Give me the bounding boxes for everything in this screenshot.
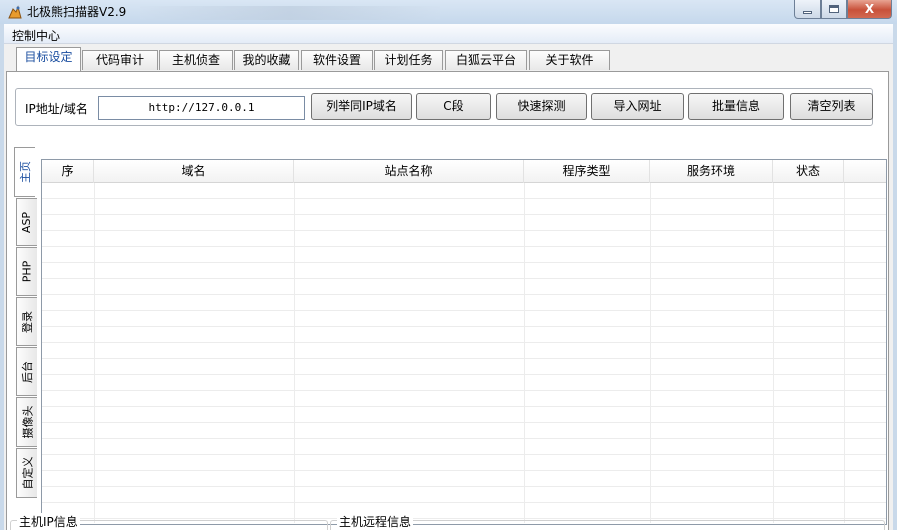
maximize-icon <box>829 5 839 13</box>
grid-header: 序 域名 站点名称 程序类型 服务环境 状态 <box>42 160 886 183</box>
main-tabs: 目标设定 代码审计 主机侦查 我的收藏 软件设置 计划任务 白狐云平台 关于软件 <box>4 46 893 72</box>
list-same-ip-button[interactable]: 列举同IP域名 <box>311 93 412 120</box>
grid-divider <box>650 183 651 523</box>
col-header-index[interactable]: 序 <box>42 160 94 183</box>
window-title: 北极熊扫描器V2.9 <box>27 5 127 19</box>
target-toolbar: IP地址/域名 http://127.0.0.1 列举同IP域名 C段 快速探测… <box>15 88 873 126</box>
side-tab-home-label: 主页 <box>19 161 32 183</box>
host-ip-group-title: 主机IP信息 <box>17 513 80 530</box>
bear-app-icon <box>8 5 22 19</box>
grid-divider <box>94 183 95 523</box>
batch-info-button[interactable]: 批量信息 <box>688 93 784 120</box>
host-remote-group-title: 主机远程信息 <box>337 513 414 530</box>
col-header-status[interactable]: 状态 <box>773 160 844 183</box>
results-grid[interactable]: 序 域名 站点名称 程序类型 服务环境 状态 <box>41 159 887 525</box>
maximize-button[interactable] <box>821 0 847 19</box>
import-url-button[interactable]: 导入网址 <box>591 93 684 120</box>
side-tab-asp-label: ASP <box>20 211 34 233</box>
side-tab-login[interactable]: 登录 <box>16 297 37 346</box>
tab-target[interactable]: 目标设定 <box>16 47 81 71</box>
grid-divider <box>773 183 774 523</box>
side-tab-php-label: PHP <box>20 260 34 283</box>
side-tab-php[interactable]: PHP <box>16 247 37 296</box>
side-tab-asp[interactable]: ASP <box>16 198 37 246</box>
close-icon: X <box>864 2 875 16</box>
tab-host-recon[interactable]: 主机侦查 <box>159 50 233 70</box>
quick-probe-button[interactable]: 快速探测 <box>496 93 587 120</box>
side-tab-custom-label: 自定义 <box>21 456 34 490</box>
title-bar-blur <box>140 6 440 20</box>
menu-control-center[interactable]: 控制中心 <box>12 27 60 44</box>
client-area: 控制中心 目标设定 代码审计 主机侦查 我的收藏 软件设置 计划任务 白狐云平台… <box>4 24 893 530</box>
col-header-server-env[interactable]: 服务环境 <box>650 160 773 183</box>
title-bar: 北极熊扫描器V2.9 X <box>0 0 897 24</box>
side-tab-camera[interactable]: 摄像头 <box>16 397 37 447</box>
c-segment-button[interactable]: C段 <box>416 93 491 120</box>
clear-list-button[interactable]: 清空列表 <box>790 93 873 120</box>
side-tab-admin-label: 后台 <box>21 360 34 383</box>
grid-body <box>42 183 886 523</box>
side-tab-home[interactable]: 主页 <box>14 147 35 197</box>
grid-divider <box>844 183 845 523</box>
side-tab-login-label: 登录 <box>21 310 34 333</box>
minimize-icon <box>803 10 812 14</box>
tab-favorites[interactable]: 我的收藏 <box>234 50 299 70</box>
side-tab-camera-label: 摄像头 <box>21 405 34 439</box>
host-ip-group: 主机IP信息 <box>10 513 328 530</box>
tab-code-audit[interactable]: 代码审计 <box>82 50 158 70</box>
menu-bar: 控制中心 <box>4 24 893 44</box>
tab-cloud[interactable]: 白狐云平台 <box>445 50 527 70</box>
tab-settings[interactable]: 软件设置 <box>301 50 373 70</box>
grid-divider <box>294 183 295 523</box>
host-remote-group: 主机远程信息 <box>330 513 885 530</box>
close-button[interactable]: X <box>847 0 892 19</box>
grid-divider <box>524 183 525 523</box>
target-tab-pane: IP地址/域名 http://127.0.0.1 列举同IP域名 C段 快速探测… <box>6 71 889 530</box>
url-input[interactable]: http://127.0.0.1 <box>98 96 305 120</box>
col-header-site-name[interactable]: 站点名称 <box>294 160 524 183</box>
tab-about[interactable]: 关于软件 <box>529 50 610 70</box>
col-header-program-type[interactable]: 程序类型 <box>524 160 650 183</box>
col-header-domain[interactable]: 域名 <box>94 160 294 183</box>
ip-domain-label: IP地址/域名 <box>25 102 88 116</box>
side-tab-admin[interactable]: 后台 <box>16 347 37 396</box>
tab-scheduled[interactable]: 计划任务 <box>374 50 443 70</box>
side-tab-custom[interactable]: 自定义 <box>16 448 37 498</box>
minimize-button[interactable] <box>794 0 821 19</box>
